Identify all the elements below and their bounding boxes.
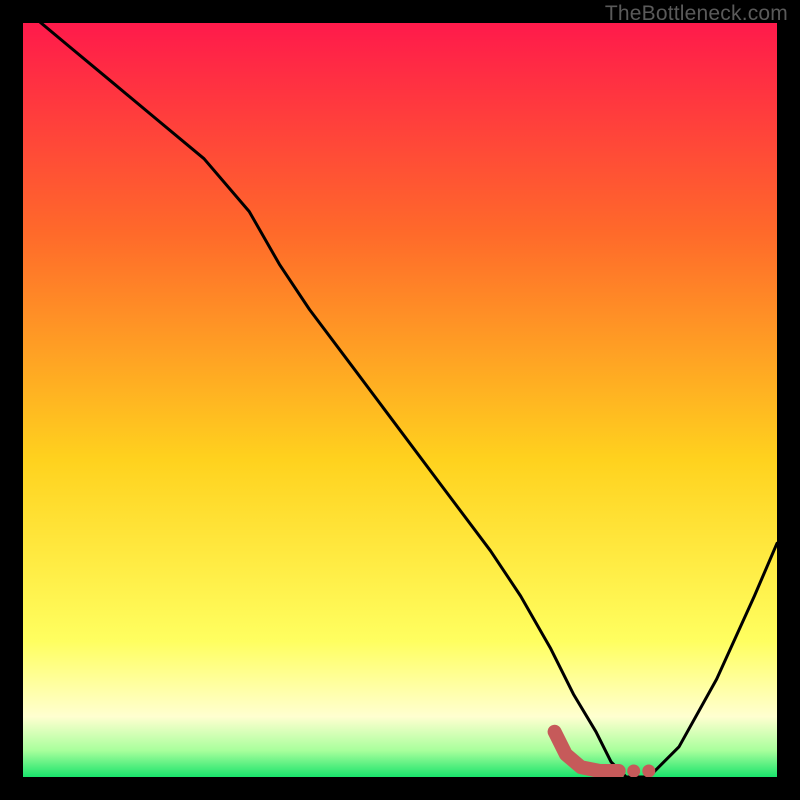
range-highlight-dot <box>627 765 640 778</box>
gradient-background <box>23 23 777 777</box>
range-highlight-dot <box>642 765 655 778</box>
bottleneck-chart <box>23 23 777 777</box>
